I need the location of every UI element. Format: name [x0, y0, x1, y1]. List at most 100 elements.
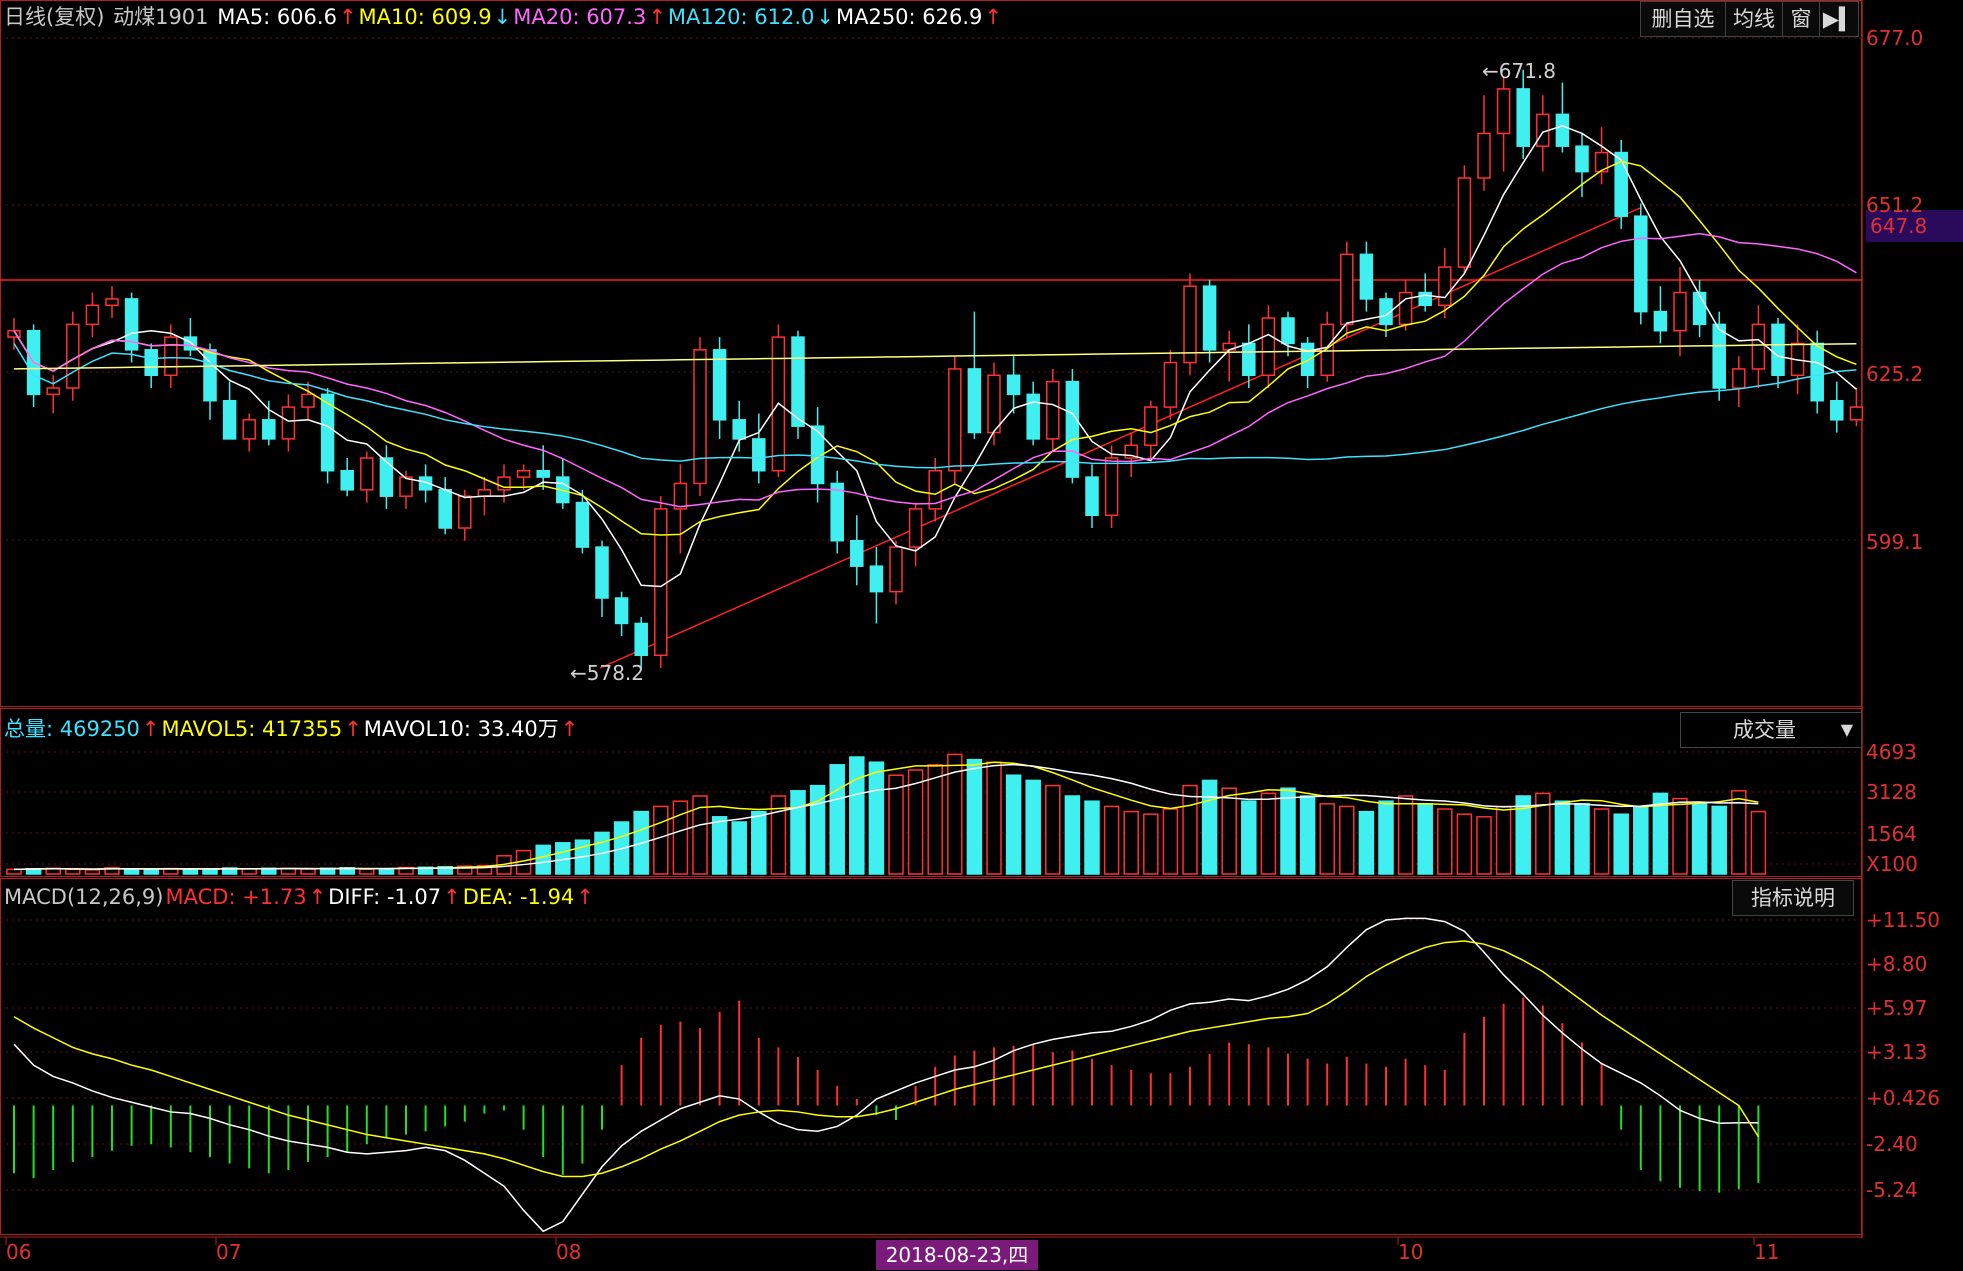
ma-legend-item: MA10: 609.9 [358, 5, 492, 29]
volume-bar [1495, 805, 1512, 875]
candle-body [399, 476, 413, 497]
ma-legend-arrow: ↑ [984, 5, 1003, 29]
btn-next-label: ▶▍ [1822, 7, 1856, 31]
macd-legend: MACD(12,26,9)MACD: +1.73↑DIFF: -1.07↑DEA… [4, 885, 596, 909]
volume-bar [1319, 803, 1335, 875]
volume-bar [182, 868, 199, 875]
trend-line [599, 207, 1641, 669]
volume-bar [1593, 808, 1610, 875]
macd-axis-label: +8.80 [1866, 952, 1928, 976]
candle-body [948, 368, 962, 472]
volume-legend-item: MAVOL10: 33.40万 [363, 717, 559, 741]
btn-ma[interactable]: 均线 [1725, 1, 1783, 37]
candle-body [693, 349, 707, 485]
macd-header: MACD(12,26,9)MACD: +1.73↑DIFF: -1.07↑DEA… [4, 882, 598, 912]
macd-axis-label: -5.24 [1866, 1178, 1918, 1202]
candle-body [66, 323, 80, 389]
macd-diff-line [13, 917, 1759, 1233]
volume-indicator-label: 成交量 [1733, 718, 1796, 742]
candle-body [1006, 374, 1021, 396]
candle-body [1026, 393, 1040, 440]
btn-window[interactable]: 窗 [1782, 1, 1820, 37]
candle-body [516, 469, 531, 478]
volume-indicator-dropdown[interactable]: 成交量 ▼ [1680, 712, 1862, 748]
candle-body [1771, 323, 1785, 377]
indicator-help-button[interactable]: 指标说明 [1732, 880, 1854, 916]
volume-bar [143, 868, 159, 875]
candle-body [183, 336, 198, 351]
candle-body [1320, 323, 1334, 377]
candle-body [1673, 291, 1687, 332]
btn-next-icon[interactable]: ▶▍ [1819, 1, 1859, 37]
candle-body [164, 336, 178, 377]
volume-bar [1182, 784, 1198, 875]
ma-legend: MA5: 606.6↑MA10: 609.9↓MA20: 607.3↑MA120… [217, 5, 1004, 29]
volume-axis-label: 3128 [1866, 780, 1917, 804]
candle-body [830, 482, 844, 542]
volume-bar [731, 821, 747, 875]
ma-legend-arrow: ↑ [338, 5, 357, 29]
volume-bar [1574, 803, 1590, 875]
volume-legend-item: MAVOL5: 417355 [161, 717, 343, 741]
volume-bar [888, 774, 904, 875]
volume-legend-item: 总量: 469250 [4, 717, 140, 741]
candle-body [752, 438, 766, 472]
volume-bar [1280, 787, 1296, 875]
chevron-down-icon: ▼ [1840, 720, 1853, 739]
macd-legend-item: DEA: -1.94 [462, 885, 575, 909]
candle-body [1496, 88, 1511, 135]
volume-bar [84, 869, 101, 875]
volume-axis-label: 4693 [1866, 740, 1917, 764]
candle-body [1516, 88, 1530, 147]
volume-bar [1397, 795, 1414, 875]
volume-bar [300, 868, 316, 875]
candle-body [1457, 177, 1472, 268]
price-header: 日线(复权) 动煤1901 MA5: 606.6↑MA10: 609.9↓MA2… [4, 2, 1006, 32]
volume-bar [986, 761, 1002, 875]
price-axis-label: 677.0 [1866, 26, 1924, 50]
period-label: 日线(复权) [4, 5, 105, 29]
candle-body [614, 597, 629, 625]
ma120-line [13, 343, 1857, 469]
x-axis-label: 10 [1398, 1240, 1424, 1264]
candle-body [1438, 266, 1452, 307]
btn-window-label: 窗 [1790, 7, 1812, 31]
candle-body [536, 469, 550, 478]
x-axis-label: 08 [556, 1240, 582, 1264]
volume-bar [1045, 784, 1061, 875]
x-axis-label: 11 [1754, 1240, 1780, 1264]
candle-body [1359, 253, 1374, 300]
high-annotation: ←671.8 [1482, 59, 1556, 83]
candle-body [1085, 476, 1099, 517]
low-annotation: ←578.2 [570, 661, 644, 685]
btn-del-watch[interactable]: 删自选 [1640, 1, 1726, 37]
volume-bar [1613, 813, 1629, 875]
candle-body [595, 546, 609, 599]
volume-bar [1672, 797, 1688, 875]
candle-body [379, 457, 394, 497]
candle-body [1849, 406, 1864, 421]
x-axis-label: 06 [6, 1240, 32, 1264]
candle-body [1300, 342, 1315, 377]
volume-bar [966, 758, 983, 875]
candle-body [281, 406, 296, 440]
ma-legend-arrow: ↑ [648, 5, 666, 29]
candle-body [360, 457, 374, 491]
volume-bar [1554, 800, 1571, 875]
volume-bar [1437, 808, 1453, 875]
volume-bar [1691, 803, 1708, 875]
candle-body [673, 482, 688, 510]
volume-bar [1064, 795, 1081, 875]
volume-bar [359, 868, 375, 875]
volume-bar [1143, 813, 1159, 875]
candle-body [1477, 132, 1491, 179]
volume-bar [1476, 816, 1492, 875]
volume-bar [1005, 774, 1022, 875]
candle-body [46, 387, 60, 396]
candle-body [262, 419, 276, 440]
candle-body [1163, 361, 1178, 408]
ma250-line [13, 342, 1857, 370]
macd-axis-label: +0.426 [1866, 1086, 1941, 1110]
price-axis-label: 625.2 [1866, 362, 1924, 386]
ma-legend-arrow: ↓ [493, 5, 512, 29]
